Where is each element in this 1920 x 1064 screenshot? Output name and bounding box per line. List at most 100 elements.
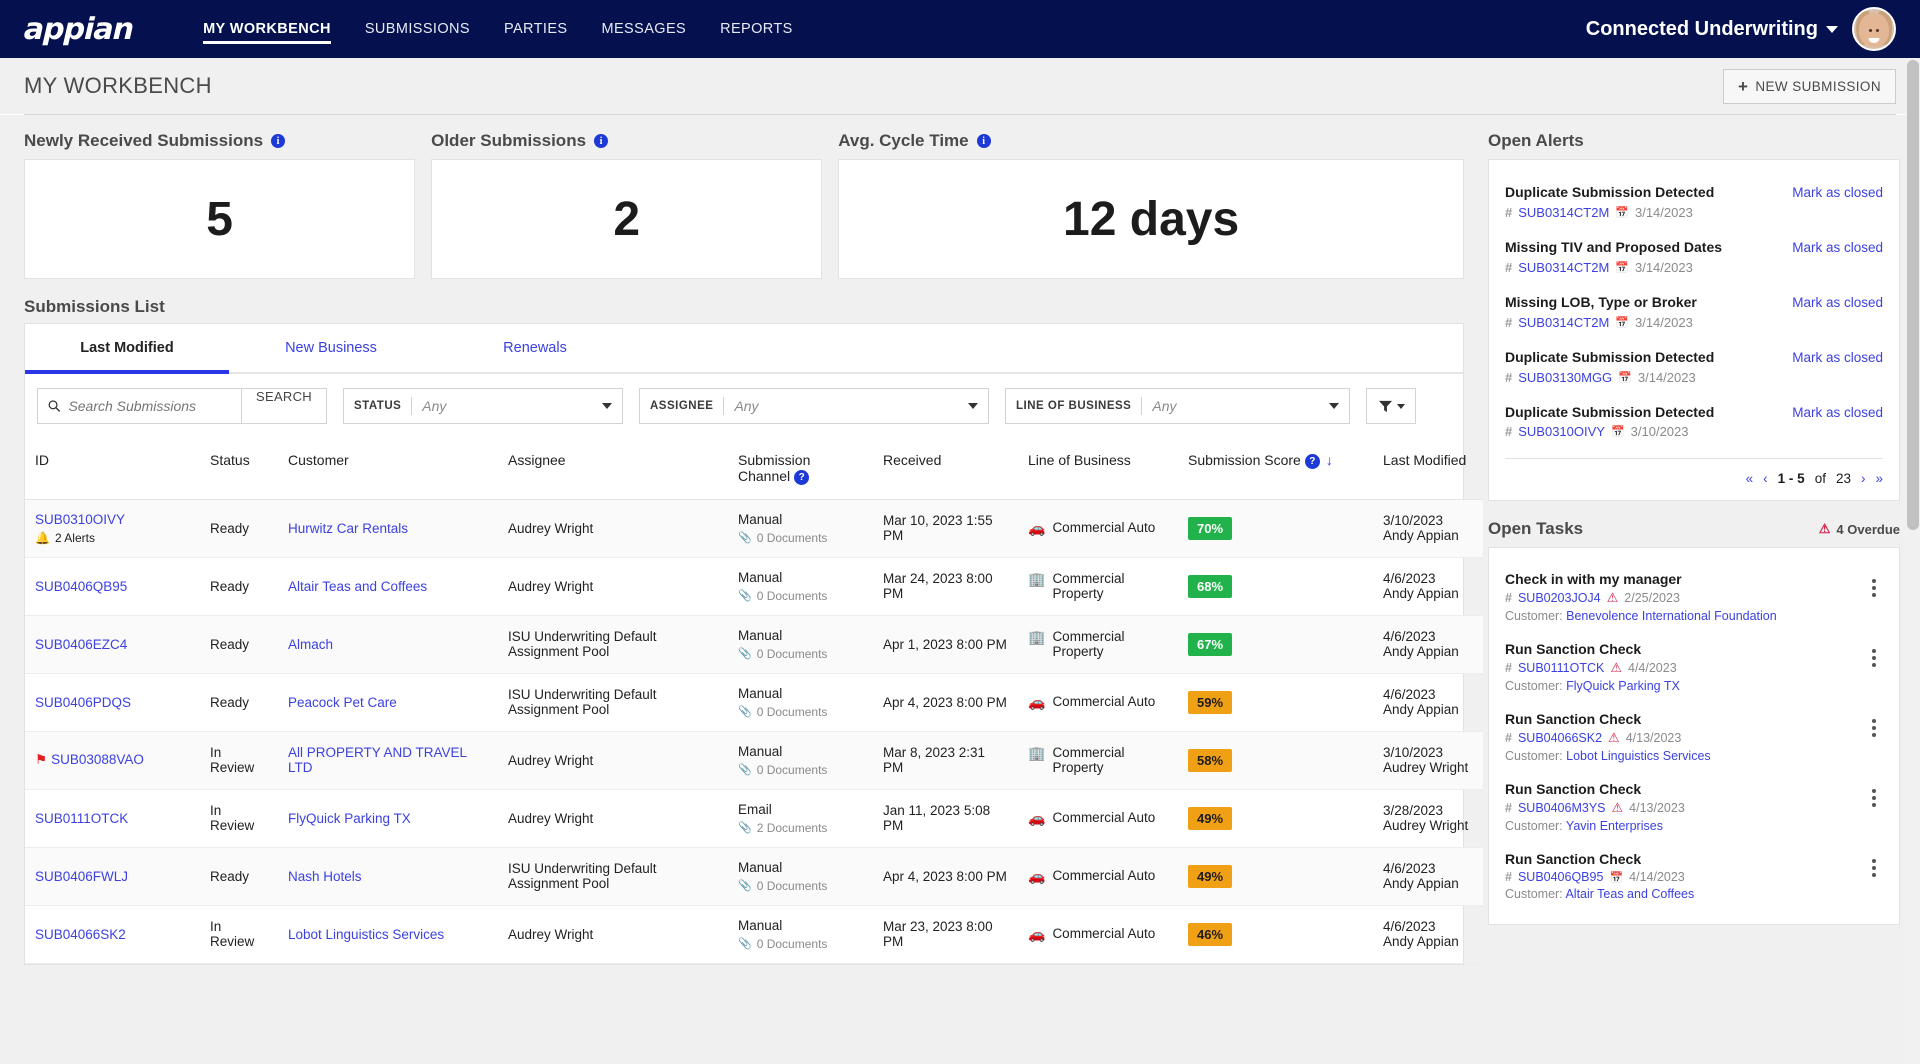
modified-by: Audrey Wright <box>1383 818 1469 834</box>
customer-link[interactable]: All PROPERTY AND TRAVEL LTD <box>288 745 467 775</box>
site-switcher[interactable]: Connected Underwriting <box>1586 18 1838 41</box>
alert-item[interactable]: Missing LOB, Type or Broker # SUB0314CT2… <box>1505 284 1883 339</box>
task-menu-button[interactable] <box>1865 571 1883 598</box>
info-icon[interactable]: i <box>976 134 991 148</box>
customer-link[interactable]: Nash Hotels <box>288 869 362 884</box>
task-menu-button[interactable] <box>1865 781 1883 808</box>
task-customer-link[interactable]: FlyQuick Parking TX <box>1566 679 1680 693</box>
page-scrollbar-thumb[interactable] <box>1907 60 1919 530</box>
mark-as-closed-button[interactable]: Mark as closed <box>1792 293 1883 310</box>
appian-logo[interactable]: appian <box>23 12 133 47</box>
col-id[interactable]: ID <box>25 438 200 500</box>
col-last-modified[interactable]: Last Modified <box>1373 438 1483 500</box>
task-submission-link[interactable]: SUB0406QB95 <box>1518 870 1603 884</box>
task-customer-link[interactable]: Benevolence International Foundation <box>1566 609 1777 623</box>
submission-id-link[interactable]: SUB0406PDQS <box>35 695 131 710</box>
mark-as-closed-button[interactable]: Mark as closed <box>1792 348 1883 365</box>
task-submission-link[interactable]: SUB0406M3YS <box>1518 801 1606 815</box>
table-row[interactable]: SUB0406PDQS Ready Peacock Pet Care ISU U… <box>25 673 1483 732</box>
hash-icon: # <box>1505 314 1513 330</box>
table-row[interactable]: SUB0406QB95 Ready Altair Teas and Coffee… <box>25 557 1483 616</box>
col-customer[interactable]: Customer <box>278 438 498 500</box>
tab-last-modified[interactable]: Last Modified <box>25 324 229 374</box>
col-received[interactable]: Received <box>873 438 1018 500</box>
task-submission-link[interactable]: SUB0111OTCK <box>1518 661 1604 675</box>
task-submission-link[interactable]: SUB0203JOJ4 <box>1518 591 1601 605</box>
task-item[interactable]: Run Sanction Check # SUB0406QB95 📅 4/14/… <box>1505 842 1883 910</box>
alert-submission-link[interactable]: SUB0310OIVY <box>1518 424 1605 439</box>
filter-status[interactable]: STATUS Any <box>343 388 623 424</box>
avatar[interactable] <box>1852 7 1896 51</box>
table-row[interactable]: SUB0310OIVY 🔔 2 Alerts Ready Hurwitz Car … <box>25 499 1483 558</box>
table-row[interactable]: SUB04066SK2 In Review Lobot Linguistics … <box>25 905 1483 964</box>
task-menu-button[interactable] <box>1865 711 1883 738</box>
customer-link[interactable]: Altair Teas and Coffees <box>288 579 427 594</box>
help-icon[interactable]: ? <box>794 469 810 485</box>
col-assignee[interactable]: Assignee <box>498 438 728 500</box>
search-button[interactable]: SEARCH <box>241 388 327 424</box>
tab-renewals[interactable]: Renewals <box>433 324 637 372</box>
last-page-button[interactable]: » <box>1875 471 1883 486</box>
cell-status: In Review <box>200 789 278 848</box>
alert-item[interactable]: Missing TIV and Proposed Dates # SUB0314… <box>1505 229 1883 284</box>
task-customer-link[interactable]: Yavin Enterprises <box>1566 819 1663 833</box>
more-filters-button[interactable] <box>1366 388 1416 424</box>
table-row[interactable]: SUB0406FWLJ Ready Nash Hotels ISU Underw… <box>25 847 1483 906</box>
nav-item-reports[interactable]: REPORTS <box>720 0 793 58</box>
customer-link[interactable]: Almach <box>288 637 333 652</box>
table-row[interactable]: ⚑ SUB03088VAO In Review All PROPERTY AND … <box>25 731 1483 790</box>
alert-submission-link[interactable]: SUB0314CT2M <box>1518 205 1609 220</box>
tab-new-business[interactable]: New Business <box>229 324 433 372</box>
nav-item-my-workbench[interactable]: MY WORKBENCH <box>203 0 331 58</box>
previous-page-button[interactable]: ‹ <box>1763 471 1768 486</box>
alert-item[interactable]: Duplicate Submission Detected # SUB0314C… <box>1505 174 1883 229</box>
task-submission-link[interactable]: SUB04066SK2 <box>1518 731 1602 745</box>
alert-submission-link[interactable]: SUB03130MGG <box>1518 370 1612 385</box>
table-row[interactable]: SUB0406EZC4 Ready Almach ISU Underwritin… <box>25 615 1483 674</box>
next-page-button[interactable]: › <box>1861 471 1866 486</box>
submission-id-link[interactable]: SUB04066SK2 <box>35 927 126 942</box>
customer-link[interactable]: Hurwitz Car Rentals <box>288 521 408 536</box>
alert-submission-link[interactable]: SUB0314CT2M <box>1518 260 1609 275</box>
col-status[interactable]: Status <box>200 438 278 500</box>
filter-assignee[interactable]: ASSIGNEE Any <box>639 388 989 424</box>
task-customer-link[interactable]: Lobot Linguistics Services <box>1566 749 1711 763</box>
alert-item[interactable]: Duplicate Submission Detected # SUB03130… <box>1505 339 1883 394</box>
new-submission-button[interactable]: + NEW SUBMISSION <box>1723 68 1896 104</box>
info-icon[interactable]: i <box>271 134 286 148</box>
mark-as-closed-button[interactable]: Mark as closed <box>1792 238 1883 255</box>
nav-item-messages[interactable]: MESSAGES <box>602 0 687 58</box>
task-customer-link[interactable]: Altair Teas and Coffees <box>1565 887 1694 901</box>
submission-id-link[interactable]: SUB03088VAO <box>51 752 144 767</box>
customer-link[interactable]: FlyQuick Parking TX <box>288 811 411 826</box>
nav-item-submissions[interactable]: SUBMISSIONS <box>365 0 470 58</box>
search-input[interactable] <box>68 398 232 414</box>
help-icon[interactable]: ? <box>1304 453 1320 469</box>
nav-item-parties[interactable]: PARTIES <box>504 0 568 58</box>
info-icon[interactable]: i <box>594 134 609 148</box>
mark-as-closed-button[interactable]: Mark as closed <box>1792 403 1883 420</box>
mark-as-closed-button[interactable]: Mark as closed <box>1792 183 1883 200</box>
col-submission-score[interactable]: Submission Score? ↓ <box>1178 438 1373 500</box>
task-item[interactable]: Check in with my manager # SUB0203JOJ4 ⚠… <box>1505 562 1883 632</box>
col-line-of-business[interactable]: Line of Business <box>1018 438 1178 500</box>
submission-id-link[interactable]: SUB0406QB95 <box>35 579 127 594</box>
submission-id-link[interactable]: SUB0310OIVY <box>35 512 125 527</box>
submission-id-link[interactable]: SUB0406EZC4 <box>35 637 127 652</box>
task-menu-button[interactable] <box>1865 641 1883 668</box>
task-menu-button[interactable] <box>1865 851 1883 878</box>
col-submission-channel[interactable]: Submission Channel? <box>728 438 873 500</box>
alert-item[interactable]: Duplicate Submission Detected # SUB0310O… <box>1505 394 1883 449</box>
task-item[interactable]: Run Sanction Check # SUB0406M3YS ⚠ 4/13/… <box>1505 772 1883 842</box>
filter-line-of-business[interactable]: LINE OF BUSINESS Any <box>1005 388 1350 424</box>
customer-link[interactable]: Lobot Linguistics Services <box>288 927 444 942</box>
car-icon: 🚗 <box>1028 519 1046 536</box>
table-row[interactable]: SUB0111OTCK In Review FlyQuick Parking T… <box>25 789 1483 848</box>
task-item[interactable]: Run Sanction Check # SUB04066SK2 ⚠ 4/13/… <box>1505 702 1883 772</box>
task-item[interactable]: Run Sanction Check # SUB0111OTCK ⚠ 4/4/2… <box>1505 632 1883 702</box>
submission-id-link[interactable]: SUB0111OTCK <box>35 811 128 826</box>
alert-submission-link[interactable]: SUB0314CT2M <box>1518 315 1609 330</box>
first-page-button[interactable]: « <box>1746 471 1754 486</box>
submission-id-link[interactable]: SUB0406FWLJ <box>35 869 128 884</box>
customer-link[interactable]: Peacock Pet Care <box>288 695 397 710</box>
